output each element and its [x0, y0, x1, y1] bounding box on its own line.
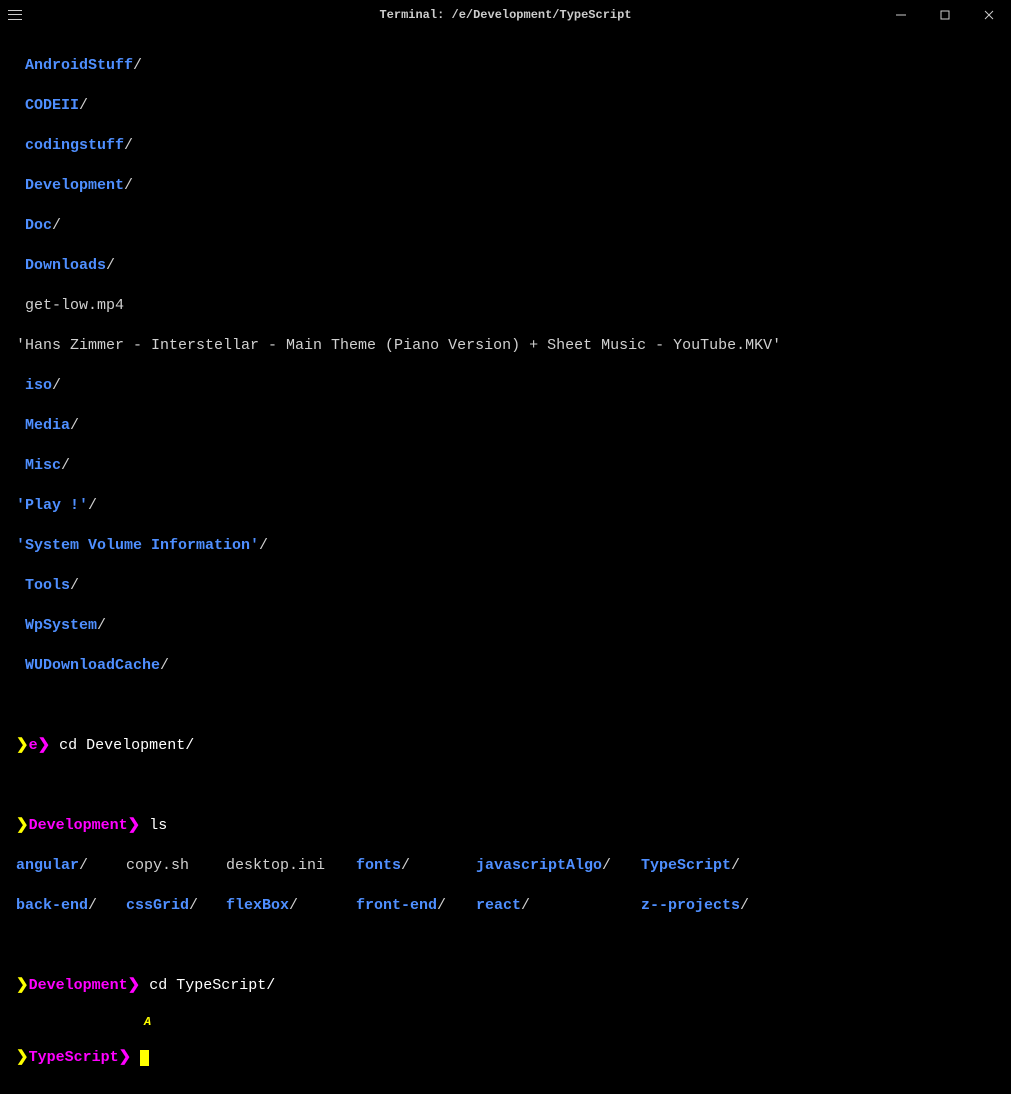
dir-entry: javascriptAlgo — [476, 857, 602, 874]
dir-entry: Development — [25, 177, 124, 194]
prompt-line: ❯Development❯ ls — [16, 816, 995, 836]
dir-entry: Misc — [25, 457, 61, 474]
dir-entry: iso — [25, 377, 52, 394]
dir-entry: cssGrid — [126, 897, 189, 914]
dir-entry: codingstuff — [25, 137, 124, 154]
listing-line: iso/ — [16, 376, 995, 396]
file-entry: copy.sh — [126, 857, 189, 874]
blank-line — [16, 936, 995, 956]
file-entry: 'Hans Zimmer - Interstellar - Main Theme… — [16, 337, 781, 354]
dir-entry: CODEII — [25, 97, 79, 114]
dir-entry: react — [476, 897, 521, 914]
listing-row: angular/copy.shdesktop.inifonts/javascri… — [16, 856, 995, 876]
dir-entry: flexBox — [226, 897, 289, 914]
dir-entry: back-end — [16, 897, 88, 914]
prompt-line: ❯TypeScript❯ — [16, 1048, 995, 1068]
prompt-arrow: ❯ — [16, 737, 29, 754]
prompt-path: Development❯ — [29, 817, 141, 834]
dir-entry: TypeScript — [641, 857, 731, 874]
prompt-arrow: ❯ — [16, 977, 29, 994]
listing-row: back-end/cssGrid/flexBox/front-end/react… — [16, 896, 995, 916]
terminal-output[interactable]: AndroidStuff/ CODEII/ codingstuff/ Devel… — [0, 30, 1011, 1094]
file-entry: get-low.mp4 — [25, 297, 124, 314]
file-entry: desktop.ini — [226, 857, 325, 874]
listing-line: Doc/ — [16, 216, 995, 236]
prompt-line: ❯e❯ cd Development/ — [16, 736, 995, 756]
prompt-path: e❯ — [29, 737, 51, 754]
listing-line: 'Hans Zimmer - Interstellar - Main Theme… — [16, 336, 995, 356]
prompt-path: TypeScript❯ — [29, 1049, 132, 1066]
dir-entry: angular — [16, 857, 79, 874]
command-text: cd TypeScript/ — [149, 977, 275, 994]
listing-line: 'Play !'/ — [16, 496, 995, 516]
a-marker: A — [144, 1015, 151, 1029]
listing-line: codingstuff/ — [16, 136, 995, 156]
minimize-button[interactable] — [887, 5, 915, 25]
dir-entry: Media — [25, 417, 70, 434]
prompt-line: ❯Development❯ cd TypeScript/ — [16, 976, 995, 996]
dir-entry: WpSystem — [25, 617, 97, 634]
command-text: cd Development/ — [59, 737, 194, 754]
listing-line: Misc/ — [16, 456, 995, 476]
window-title: Terminal: /e/Development/TypeScript — [379, 8, 631, 22]
dir-entry: WUDownloadCache — [25, 657, 160, 674]
hamburger-menu-icon[interactable] — [8, 8, 22, 22]
dir-entry: z--projects — [641, 897, 740, 914]
listing-line: Media/ — [16, 416, 995, 436]
prompt-arrow: ❯ — [16, 1049, 29, 1066]
blank-line — [16, 696, 995, 716]
dir-entry: front-end — [356, 897, 437, 914]
titlebar: Terminal: /e/Development/TypeScript — [0, 0, 1011, 30]
dir-entry: 'System Volume Information' — [16, 537, 259, 554]
dir-entry: Downloads — [25, 257, 106, 274]
dir-entry: AndroidStuff — [25, 57, 133, 74]
marker-line: A — [16, 1016, 995, 1028]
listing-line: Development/ — [16, 176, 995, 196]
dir-entry: Doc — [25, 217, 52, 234]
listing-line: Downloads/ — [16, 256, 995, 276]
command-text: ls — [149, 817, 167, 834]
window-controls — [887, 5, 1003, 25]
maximize-button[interactable] — [931, 5, 959, 25]
dir-entry: fonts — [356, 857, 401, 874]
listing-line: 'System Volume Information'/ — [16, 536, 995, 556]
listing-line: Tools/ — [16, 576, 995, 596]
listing-line: WUDownloadCache/ — [16, 656, 995, 676]
cursor[interactable] — [140, 1050, 149, 1066]
dir-entry: Tools — [25, 577, 70, 594]
listing-line: WpSystem/ — [16, 616, 995, 636]
dir-entry: 'Play !' — [16, 497, 88, 514]
listing-line: CODEII/ — [16, 96, 995, 116]
prompt-path: Development❯ — [29, 977, 141, 994]
listing-line: get-low.mp4 — [16, 296, 995, 316]
blank-line — [16, 776, 995, 796]
listing-line: AndroidStuff/ — [16, 56, 995, 76]
prompt-arrow: ❯ — [16, 817, 29, 834]
close-button[interactable] — [975, 5, 1003, 25]
